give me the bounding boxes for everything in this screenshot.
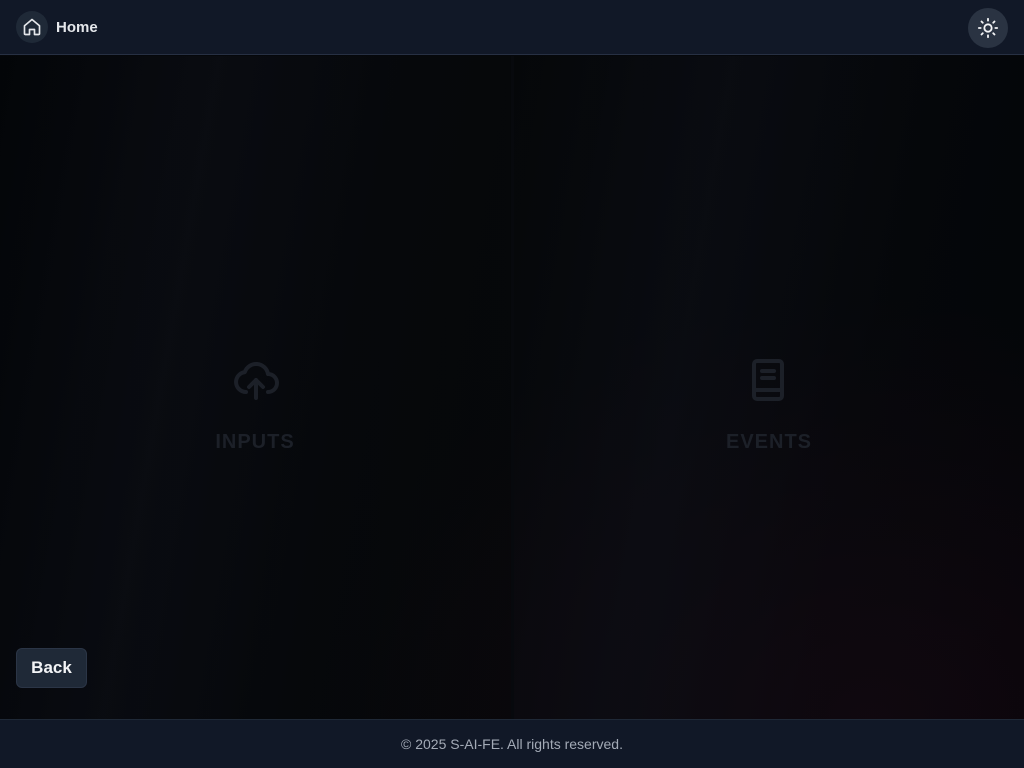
copyright-text: © 2025 S-AI-FE. All rights reserved. <box>401 736 623 752</box>
back-button[interactable]: Back <box>16 648 87 688</box>
theme-toggle-button[interactable] <box>968 8 1008 48</box>
events-title: EVENTS <box>725 431 813 453</box>
app: Home INPUTS EVENTS Back © 2025 S-AI-FE. … <box>0 0 1024 768</box>
sun-icon <box>977 17 999 39</box>
home-button[interactable] <box>16 11 48 43</box>
home-link[interactable]: Home <box>56 19 98 36</box>
events-panel[interactable]: EVENTS <box>514 56 1024 719</box>
cloud-upload-icon <box>234 361 279 400</box>
top-bar: Home <box>0 0 1024 55</box>
book-icon <box>752 359 784 401</box>
main-area: INPUTS EVENTS <box>0 56 1024 719</box>
inputs-title: INPUTS <box>215 431 295 453</box>
footer: © 2025 S-AI-FE. All rights reserved. <box>0 719 1024 768</box>
home-icon <box>23 18 41 36</box>
inputs-panel[interactable]: INPUTS <box>0 56 510 719</box>
